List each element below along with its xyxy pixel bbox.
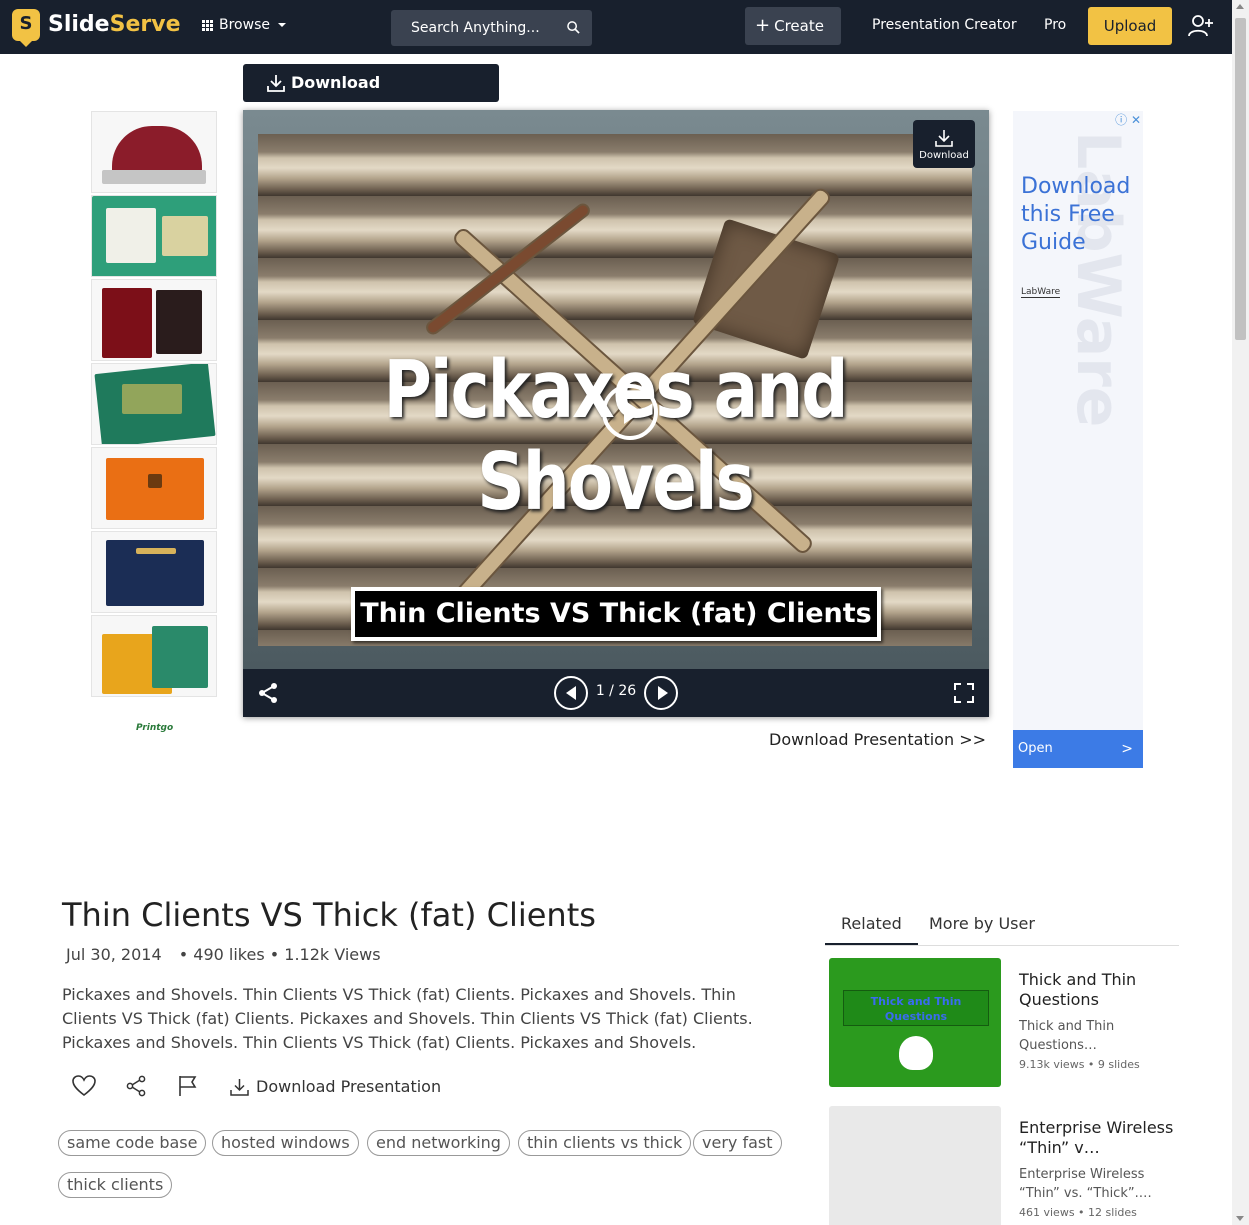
slide-viewer: Pickaxes and Shovels Thin Clients VS Thi…: [243, 110, 989, 717]
site-logo[interactable]: SlideServe: [48, 12, 181, 37]
cartoon-figure-icon: [899, 1036, 933, 1070]
slide-subtitle: Thin Clients VS Thick (fat) Clients: [351, 587, 881, 641]
tag-chip[interactable]: very fast: [693, 1130, 782, 1156]
play-icon[interactable]: [602, 384, 658, 440]
related-thumbnail[interactable]: Thick and Thin Questions: [829, 958, 1001, 1087]
previous-slide-button[interactable]: [554, 676, 588, 710]
download-presentation-action[interactable]: Download Presentation: [230, 1077, 441, 1096]
related-item[interactable]: Enterprise Wireless “Thin” v… Enterprise…: [829, 1106, 1179, 1225]
pro-link[interactable]: Pro: [1044, 17, 1066, 33]
slide-download-button[interactable]: Download: [913, 120, 975, 168]
presentation-creator-link[interactable]: Presentation Creator: [872, 17, 1017, 33]
ad-product-image[interactable]: [91, 195, 217, 277]
plus-icon: +: [755, 15, 771, 36]
related-stats: 461 views • 12 slides: [1019, 1206, 1137, 1219]
download-icon: [935, 130, 953, 147]
flag-icon[interactable]: [178, 1075, 198, 1097]
slide-download-label: Download: [919, 150, 969, 161]
presentation-meta: Jul 30, 2014 • 490 likes • 1.12k Views: [66, 945, 381, 964]
ad-brand-logo[interactable]: Printgo: [136, 723, 173, 733]
left-ad-banner[interactable]: ⓘ ✕ Printgo: [91, 111, 217, 741]
download-icon: [230, 1079, 249, 1096]
add-user-icon[interactable]: [1188, 14, 1214, 38]
upload-button[interactable]: Upload: [1088, 7, 1172, 45]
presentation-date: Jul 30, 2014: [66, 945, 162, 964]
right-ad-banner[interactable]: LabWare ⓘ ✕ Download this Free Guide Lab…: [1013, 111, 1143, 768]
related-item[interactable]: Thick and Thin Questions Thick and Thin …: [829, 958, 1179, 1088]
page-scrollbar[interactable]: [1232, 0, 1249, 1225]
related-stats: 9.13k views • 9 slides: [1019, 1058, 1140, 1071]
slide-frame: Pickaxes and Shovels Thin Clients VS Thi…: [243, 110, 989, 669]
ad-product-image[interactable]: [91, 531, 217, 613]
tag-chip[interactable]: end networking: [367, 1130, 510, 1156]
chevron-down-icon: [761, 62, 769, 67]
ad-product-image[interactable]: [91, 111, 217, 193]
share-icon[interactable]: [257, 682, 279, 704]
ad-product-image[interactable]: [91, 615, 217, 697]
tab-more-by-user[interactable]: More by User: [929, 914, 1035, 933]
fullscreen-icon[interactable]: [954, 683, 974, 703]
scroll-up-arrow-icon[interactable]: [1236, 4, 1244, 9]
slide-page-counter: 1 / 26: [595, 683, 637, 699]
shovel-image: [691, 218, 841, 360]
presentation-stats: • 490 likes • 1.12k Views: [178, 945, 381, 964]
tag-chip[interactable]: thin clients vs thick: [518, 1130, 692, 1156]
slide-image[interactable]: Pickaxes and Shovels Thin Clients VS Thi…: [258, 134, 972, 646]
share-icon[interactable]: [125, 1075, 147, 1097]
sidebar-tabs: Related More by User: [825, 906, 1179, 946]
search-placeholder: Search Anything...: [411, 20, 540, 36]
pickaxe-head-image: [426, 203, 590, 335]
ad-open-button[interactable]: Open: [1013, 730, 1143, 768]
download-presentation-action-label: Download Presentation: [256, 1077, 442, 1096]
presentation-title: Thin Clients VS Thick (fat) Clients: [62, 896, 596, 934]
browse-menu-button[interactable]: Browse: [202, 17, 286, 33]
related-thumbnail-text: Thick and Thin Questions: [870, 995, 962, 1023]
ad-brand-logo[interactable]: LabWare: [1021, 287, 1061, 298]
related-thumbnail[interactable]: [829, 1106, 1001, 1225]
ad-headline[interactable]: Download this Free Guide: [1021, 173, 1139, 257]
like-heart-icon[interactable]: [72, 1075, 96, 1097]
scroll-thumb[interactable]: [1235, 18, 1246, 340]
tag-chip[interactable]: same code base: [58, 1130, 207, 1156]
tag-chip[interactable]: hosted windows: [212, 1130, 359, 1156]
tab-related[interactable]: Related: [825, 914, 918, 945]
create-menu-button[interactable]: + Create: [745, 7, 841, 67]
related-description: Thick and Thin Questions…: [1019, 1019, 1115, 1053]
ad-product-image[interactable]: [91, 447, 217, 529]
search-icon[interactable]: [567, 21, 580, 34]
grid-icon: [202, 19, 213, 31]
presentation-description: Pickaxes and Shovels. Thin Clients VS Th…: [62, 985, 753, 1052]
ad-info-close-icon[interactable]: ⓘ ✕: [1115, 111, 1141, 128]
related-description: Enterprise Wireless “Thin” vs. “Thick”.…: [1019, 1167, 1152, 1201]
browse-label: Browse: [219, 17, 270, 33]
viewer-controls: 1 / 26: [243, 669, 989, 717]
download-presentation-link[interactable]: Download Presentation >>: [769, 730, 986, 749]
download-icon: [267, 75, 285, 92]
chevron-down-icon: [277, 23, 286, 27]
create-label: Create: [774, 17, 824, 35]
related-title[interactable]: Enterprise Wireless “Thin” v…: [1019, 1118, 1179, 1158]
next-slide-button[interactable]: [644, 676, 678, 710]
tag-chip[interactable]: thick clients: [58, 1172, 173, 1198]
logo-text-slide: Slide: [48, 12, 110, 37]
logo-text-serve: Serve: [109, 12, 181, 37]
top-navbar: S SlideServe Browse Search Anything... +…: [0, 0, 1232, 67]
related-title[interactable]: Thick and Thin Questions: [1019, 970, 1179, 1010]
slideserve-logo-icon[interactable]: S: [12, 9, 40, 47]
ad-product-image[interactable]: [91, 279, 217, 361]
search-input[interactable]: Search Anything...: [391, 10, 592, 46]
scroll-down-arrow-icon[interactable]: [1236, 1216, 1244, 1221]
download-presentation-button[interactable]: Download Presentation: [243, 64, 499, 130]
ad-product-image[interactable]: [91, 363, 217, 445]
